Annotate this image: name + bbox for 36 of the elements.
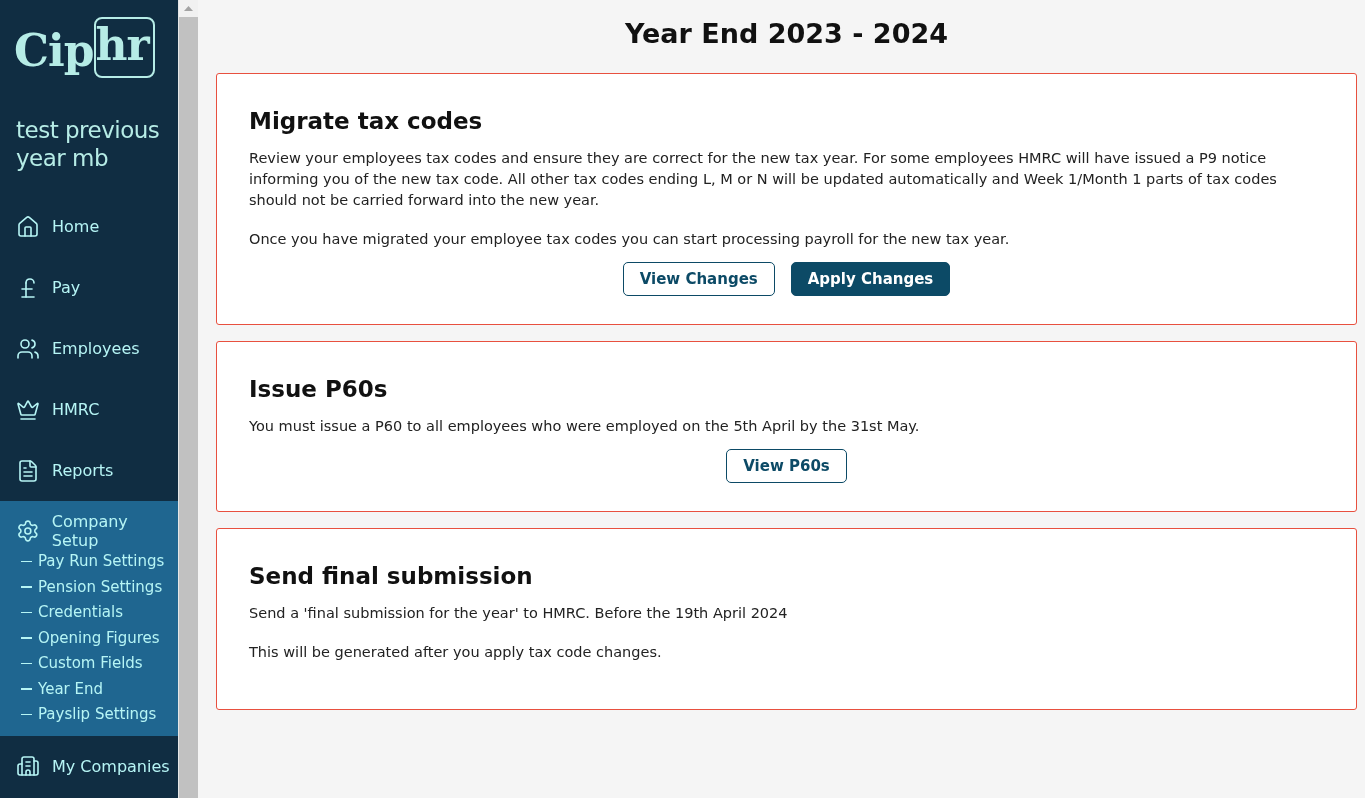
- nav-subitem[interactable]: Credentials: [0, 600, 178, 626]
- nav-item[interactable]: Company Setup: [0, 513, 178, 549]
- card-text: Once you have migrated your employee tax codes you can start processing payroll for the new tax year.: [249, 230, 1011, 249]
- nav-subitem[interactable]: Year End: [0, 676, 178, 702]
- users-icon: [16, 336, 40, 361]
- scrollbar[interactable]: [178, 0, 198, 798]
- nav-item[interactable]: My Companies: [0, 735, 178, 797]
- nav-subitem[interactable]: Pay Run Settings: [0, 549, 178, 575]
- card-text: You must issue a P60 to all employees who were employed on the 5th April by the 31st May.: [249, 417, 921, 436]
- home-icon: [16, 214, 40, 239]
- nav-item[interactable]: Reports: [0, 440, 178, 501]
- primary-button[interactable]: Apply Changes: [790, 262, 951, 296]
- nav-subitem[interactable]: Custom Fields: [0, 651, 178, 677]
- logo: Ciphr: [0, 0, 178, 86]
- nav-item[interactable]: HMRC: [0, 379, 178, 440]
- nav-subitem[interactable]: Payslip Settings: [0, 702, 178, 728]
- company-name: test previous year mb: [15, 116, 161, 173]
- card-text: Review your employees tax codes and ensure they are correct for the new tax year. For some employees HMRC will have issued a P9 notice informing you of the new tax code. All other tax codes ending L, M or N will be updated automatically and Week 1/Month 1 parts of tax codes should not be carried forward into the new year.: [249, 149, 1278, 210]
- scroll-up-icon[interactable]: [184, 6, 193, 11]
- card-text: This will be generated after you apply tax code changes.: [249, 643, 663, 662]
- document-icon: [16, 458, 40, 483]
- nav-item[interactable]: Home: [0, 196, 178, 257]
- card-title: Migrate tax codes: [249, 108, 484, 134]
- nav-subitem[interactable]: Opening Figures: [0, 625, 178, 651]
- crown-icon: [16, 397, 40, 422]
- secondary-button[interactable]: View Changes: [622, 262, 775, 296]
- card-title: Issue P60s: [249, 376, 389, 402]
- page-title: Year End 2023 - 2024: [624, 17, 949, 51]
- card-text: Send a 'final submission for the year' to HMRC. Before the 19th April 2024: [249, 604, 789, 623]
- secondary-button[interactable]: View P60s: [726, 449, 847, 483]
- settings-icon: [16, 519, 40, 543]
- nav-item[interactable]: Employees: [0, 318, 178, 379]
- nav-item[interactable]: Pay: [0, 257, 178, 318]
- building-icon: [16, 754, 40, 778]
- nav-subitem[interactable]: Pension Settings: [0, 574, 178, 600]
- card-title: Send final submission: [249, 563, 534, 589]
